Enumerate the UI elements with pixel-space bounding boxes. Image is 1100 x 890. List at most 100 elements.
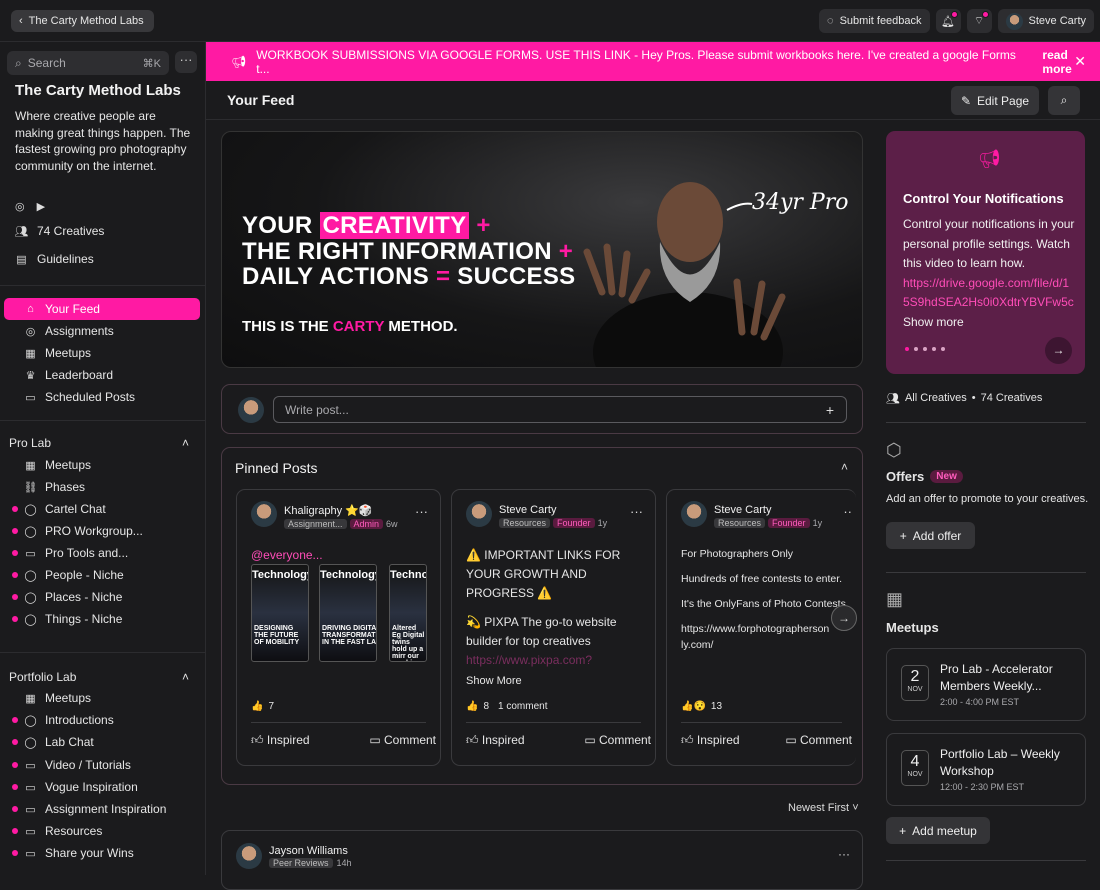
- inspired-button[interactable]: 👍︎ Inspired: [251, 733, 310, 748]
- inspired-button[interactable]: 👍︎ Inspired: [681, 733, 740, 748]
- space-tag[interactable]: Assignment...: [284, 519, 347, 529]
- nav-your-feed[interactable]: ⌂ Your Feed: [4, 298, 200, 320]
- portfolio-lab-resources[interactable]: ▭ Resources: [4, 820, 200, 842]
- meetups-title: Meetups: [886, 620, 939, 635]
- nav-leaderboard[interactable]: ♛ Leaderboard: [4, 364, 200, 386]
- portfolio-lab-share-wins[interactable]: ▭ Share your Wins: [4, 842, 200, 864]
- carousel-next-button[interactable]: →: [831, 605, 857, 631]
- reactions[interactable]: 👍 8 1 comment: [466, 701, 547, 712]
- nav-scheduled-posts[interactable]: ▭ Scheduled Posts: [4, 386, 200, 408]
- search-input[interactable]: ⌕ Search ⌘K: [7, 51, 169, 75]
- edit-page-button[interactable]: ✎ Edit Page: [951, 86, 1039, 115]
- calendar-icon: ▦: [25, 347, 36, 360]
- post-text: ⚠️ IMPORTANT LINKS FOR YOUR GROWTH AND P…: [466, 548, 621, 600]
- pinned-post-card[interactable]: Khaligraphy ⭐🎲 Assignment... Admin 6w ··· …: [236, 489, 441, 766]
- meetup-card[interactable]: 4 NOV Portfolio Lab – Weekly Workshop 12:…: [886, 733, 1086, 806]
- pro-lab-people-niche[interactable]: ◯ People - Niche: [4, 564, 200, 586]
- pro-lab-cartel-chat[interactable]: ◯ Cartel Chat: [4, 498, 200, 520]
- feed-post[interactable]: Jayson Williams Peer Reviews 14h ···: [221, 830, 863, 890]
- post-image[interactable]: Technology DRIVING DIGITAL TRANSFORMATION…: [319, 564, 377, 662]
- post-options-icon[interactable]: ··: [843, 504, 852, 519]
- portfolio-lab-lab-chat[interactable]: ◯ Lab Chat: [4, 731, 200, 753]
- portfolio-lab-meetups[interactable]: ▦ Meetups: [4, 687, 200, 709]
- video-link[interactable]: https://drive.google.com/file/d/15S9hdSE…: [903, 274, 1075, 313]
- post-options-icon[interactable]: ···: [630, 504, 643, 519]
- carousel-pagination[interactable]: [905, 347, 945, 351]
- notifications-button[interactable]: 🔔︎: [935, 9, 961, 33]
- pro-lab-phases[interactable]: ⛓ Phases: [4, 476, 200, 498]
- reactions[interactable]: 👍😯 13: [681, 701, 722, 712]
- comment-button[interactable]: ▭ Comment: [785, 733, 852, 748]
- author-name[interactable]: Jayson Williams: [269, 845, 348, 857]
- show-more-link[interactable]: Show more: [903, 313, 1075, 333]
- all-creatives-link[interactable]: 👥︎ All Creatives • 74 Creatives: [886, 392, 1042, 405]
- post-image[interactable]: Technology DESIGNING THE FUTURE OF MOBILI…: [251, 564, 309, 662]
- instagram-icon[interactable]: ◎: [15, 200, 25, 213]
- space-tag[interactable]: Resources: [714, 518, 766, 528]
- author-name[interactable]: Steve Carty: [714, 504, 822, 516]
- nav-assignments[interactable]: ◎ Assignments: [4, 320, 200, 342]
- post-link[interactable]: https://www.pixpa.com?: [466, 651, 645, 670]
- group-title: Portfolio Lab: [9, 670, 77, 684]
- creatives-link[interactable]: 👥︎ 74 Creatives: [15, 224, 105, 238]
- pro-lab-workgroup[interactable]: ◯ PRO Workgroup...: [4, 520, 200, 542]
- pro-lab-tools[interactable]: ▭ Pro Tools and...: [4, 542, 200, 564]
- creatives-count: 74 Creatives: [37, 224, 105, 238]
- meetup-card[interactable]: 2 NOV Pro Lab - Accelerator Members Weekl…: [886, 648, 1086, 721]
- inspired-button[interactable]: 👍︎ Inspired: [466, 733, 525, 748]
- author-name[interactable]: Steve Carty: [499, 504, 607, 516]
- pencil-icon: ✎: [960, 93, 971, 108]
- monitor-icon: ▭: [25, 781, 36, 794]
- post-options-icon[interactable]: ···: [415, 504, 428, 519]
- write-post-input[interactable]: Write post... +: [273, 396, 847, 423]
- comment-button[interactable]: ▭ Comment: [369, 733, 436, 748]
- youtube-icon[interactable]: ▶: [37, 200, 45, 213]
- inspired-label: Inspired: [696, 733, 740, 747]
- read-more-link[interactable]: read more: [1042, 48, 1100, 76]
- offers-description: Add an offer to promote to your creative…: [886, 493, 1089, 505]
- add-meetup-button[interactable]: + Add meetup: [886, 817, 990, 844]
- pinned-post-card[interactable]: Steve Carty Resources Founder 1y ·· For Ph…: [666, 489, 856, 766]
- close-icon[interactable]: ✕: [1074, 53, 1086, 70]
- pinned-post-card[interactable]: Steve Carty Resources Founder 1y ··· ⚠️ IM…: [451, 489, 656, 766]
- portfolio-lab-assignment-inspiration[interactable]: ▭ Assignment Inspiration: [4, 798, 200, 820]
- sort-dropdown[interactable]: Newest First ˅: [788, 802, 859, 814]
- portfolio-lab-introductions[interactable]: ◯ Introductions: [4, 709, 200, 731]
- nav-label: Resources: [45, 824, 103, 838]
- submit-feedback-button[interactable]: ◌ Submit feedback: [819, 9, 930, 33]
- portfolio-lab-group-header[interactable]: Portfolio Lab ˄: [9, 670, 189, 684]
- space-tag[interactable]: Peer Reviews: [269, 858, 333, 868]
- author-name[interactable]: Khaligraphy ⭐🎲: [284, 504, 398, 517]
- show-more-link[interactable]: Show More: [466, 672, 645, 691]
- post-text: For Photographers Only: [681, 548, 794, 560]
- more-options-button[interactable]: ···: [175, 51, 197, 73]
- divider: [886, 422, 1086, 423]
- carousel-next-button[interactable]: →: [1045, 337, 1072, 364]
- pro-lab-meetups[interactable]: ▦ Meetups: [4, 454, 200, 476]
- comment-button[interactable]: ▭ Comment: [584, 733, 651, 748]
- post-image[interactable]: Technol Altered Eg Digital twins hold up …: [389, 564, 427, 662]
- nav-label: Places - Niche: [45, 590, 123, 604]
- post-options-icon[interactable]: ···: [838, 847, 850, 861]
- thumb-title: Technology: [252, 569, 309, 581]
- reactions[interactable]: 👍 7: [251, 701, 274, 712]
- space-tag[interactable]: Resources: [499, 518, 551, 528]
- card-title: Control Your Notifications: [903, 191, 1064, 206]
- messages-button[interactable]: ⌔: [966, 9, 992, 33]
- guidelines-link[interactable]: ▤ Guidelines: [15, 252, 93, 266]
- feed-search-button[interactable]: ⌕: [1048, 86, 1080, 115]
- pro-lab-places-niche[interactable]: ◯ Places - Niche: [4, 586, 200, 608]
- divider: [886, 572, 1086, 573]
- portfolio-lab-video-tutorials[interactable]: ▭ Video / Tutorials: [4, 754, 200, 776]
- post-mention[interactable]: @everyone...: [251, 546, 430, 565]
- thumbs-up-icon: 👍: [251, 701, 264, 712]
- portfolio-lab-vogue-inspiration[interactable]: ▭ Vogue Inspiration: [4, 776, 200, 798]
- back-to-community-button[interactable]: ‹ The Carty Method Labs: [11, 10, 154, 32]
- top-bar: ‹ The Carty Method Labs ◌ Submit feedbac…: [0, 0, 1100, 42]
- add-offer-button[interactable]: + Add offer: [886, 522, 975, 549]
- user-menu-button[interactable]: Steve Carty: [997, 9, 1094, 33]
- pro-lab-group-header[interactable]: Pro Lab ˄: [9, 436, 189, 450]
- pro-lab-things-niche[interactable]: ◯ Things - Niche: [4, 608, 200, 630]
- nav-meetups[interactable]: ▦ Meetups: [4, 342, 200, 364]
- chevron-up-icon[interactable]: ˄: [841, 460, 848, 474]
